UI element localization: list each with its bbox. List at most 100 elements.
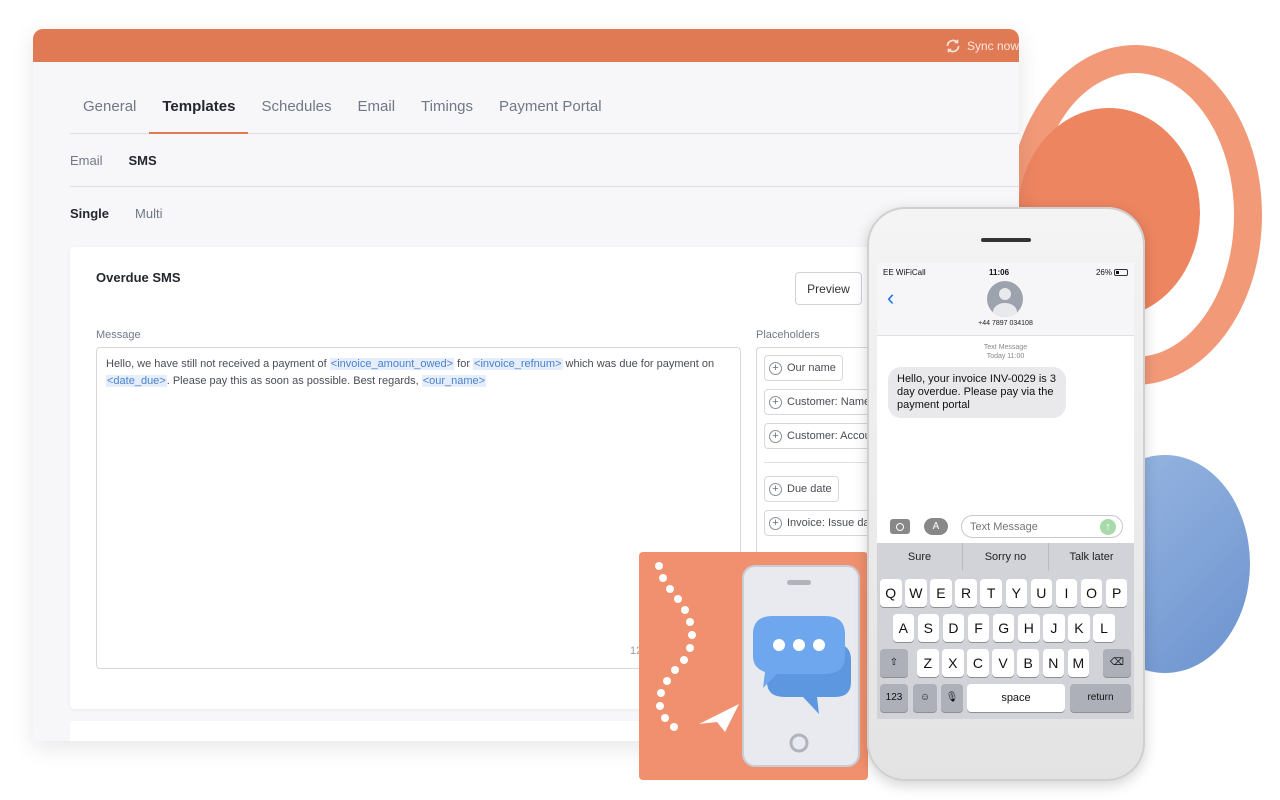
contact-number[interactable]: +44 7897 034108	[877, 320, 1134, 327]
tab-email[interactable]: Email	[345, 89, 409, 134]
plus-circle-icon: +	[769, 429, 782, 443]
person-shoulders	[993, 303, 1017, 317]
dotted-path-icon	[655, 562, 696, 731]
person-icon	[999, 288, 1011, 300]
key-a[interactable]: A	[892, 614, 914, 642]
key-m[interactable]: M	[1067, 649, 1090, 677]
compose-bar: A ↑	[877, 513, 1134, 541]
keyboard: Sure Sorry no Talk later QWERTYUIOP ASDFG…	[877, 543, 1134, 719]
sms-promo-tile	[639, 552, 868, 780]
plus-circle-icon: +	[769, 361, 782, 375]
phone-speaker-icon	[787, 580, 811, 585]
phone-screen: EE WiFiCall 11:06 26% ‹ +44 7897 034108 …	[877, 263, 1134, 719]
carrier-label: EE WiFiCall	[883, 268, 926, 277]
message-input[interactable]	[961, 515, 1123, 538]
numbers-key[interactable]: 123	[880, 684, 908, 712]
template-mode-tabs: Single Multi	[70, 206, 162, 221]
placeholder-customer-account[interactable]: + Customer: Account	[764, 423, 872, 449]
top-bar: Sync now	[33, 29, 1019, 62]
back-chevron-icon[interactable]: ‹	[887, 287, 894, 309]
sync-icon	[946, 39, 960, 53]
key-f[interactable]: F	[967, 614, 990, 642]
message-label: Message	[96, 329, 141, 341]
clock: 11:06	[989, 268, 1010, 277]
sms-illustration	[655, 562, 860, 767]
received-message-bubble: Hello, your invoice INV-0029 is 3 day ov…	[888, 367, 1066, 418]
dictation-key[interactable]: 🎙	[941, 684, 963, 712]
suggestion-sorry-no[interactable]: Sorry no	[963, 543, 1049, 571]
predictive-suggestions: Sure Sorry no Talk later	[877, 543, 1134, 571]
placeholder-token: <invoice_refnum>	[473, 358, 563, 370]
messages-header: EE WiFiCall 11:06 26% ‹ +44 7897 034108	[877, 263, 1134, 336]
key-i[interactable]: I	[1055, 579, 1078, 607]
placeholder-customer-name[interactable]: + Customer: Name	[764, 389, 872, 415]
key-h[interactable]: H	[1018, 614, 1040, 642]
key-t[interactable]: T	[980, 579, 1002, 607]
suggestion-talk-later[interactable]: Talk later	[1049, 543, 1134, 571]
thread-time: Today 11:00	[986, 353, 1025, 360]
send-arrow-icon[interactable]: ↑	[1100, 519, 1116, 535]
suggestion-sure[interactable]: Sure	[877, 543, 963, 571]
message-text: . Please pay this as soon as possible. B…	[166, 375, 422, 387]
battery-indicator: 26%	[1096, 268, 1128, 277]
key-n[interactable]: N	[1042, 649, 1064, 677]
preview-button[interactable]: Preview	[795, 272, 862, 305]
key-r[interactable]: R	[955, 579, 977, 607]
tab-general[interactable]: General	[70, 89, 149, 134]
key-q[interactable]: Q	[880, 579, 902, 607]
key-e[interactable]: E	[930, 579, 952, 607]
tab-templates[interactable]: Templates	[149, 89, 249, 134]
key-y[interactable]: Y	[1005, 579, 1027, 607]
key-k[interactable]: K	[1068, 614, 1090, 642]
placeholder-token: <invoice_amount_owed>	[329, 358, 455, 370]
tab-timings[interactable]: Timings	[408, 89, 486, 134]
key-x[interactable]: X	[942, 649, 964, 677]
plus-circle-icon: +	[769, 395, 782, 409]
placeholder-token: <date_due>	[106, 375, 167, 387]
return-key[interactable]: return	[1070, 684, 1131, 712]
key-o[interactable]: O	[1080, 579, 1103, 607]
tab-payment-portal[interactable]: Payment Portal	[486, 89, 615, 134]
placeholder-label: Our name	[787, 362, 836, 374]
battery-percent: 26%	[1095, 268, 1112, 277]
placeholder-due-date[interactable]: + Due date	[764, 476, 839, 502]
template-title: Overdue SMS	[96, 270, 181, 285]
key-j[interactable]: J	[1043, 614, 1065, 642]
subtab-email[interactable]: Email	[70, 153, 103, 168]
message-text: for	[454, 358, 474, 370]
subtab-sms[interactable]: SMS	[129, 153, 157, 168]
key-b[interactable]: B	[1017, 649, 1039, 677]
space-key[interactable]: space	[967, 684, 1065, 712]
key-v[interactable]: V	[992, 649, 1014, 677]
key-s[interactable]: S	[917, 614, 940, 642]
app-store-icon[interactable]: A	[924, 518, 948, 535]
mode-multi[interactable]: Multi	[135, 206, 162, 221]
backspace-key[interactable]: ⌫	[1103, 649, 1131, 677]
key-g[interactable]: G	[992, 614, 1015, 642]
placeholder-label: Customer: Account	[787, 430, 872, 442]
placeholder-label: Customer: Name	[787, 396, 871, 408]
key-d[interactable]: D	[942, 614, 965, 642]
sync-button[interactable]: Sync now	[945, 38, 1019, 54]
key-u[interactable]: U	[1030, 579, 1053, 607]
plus-circle-icon: +	[769, 482, 782, 496]
camera-icon[interactable]	[890, 519, 910, 534]
shift-key[interactable]: ⇧	[880, 649, 908, 677]
emoji-key[interactable]: ☺	[913, 684, 937, 712]
paper-plane-icon	[699, 704, 739, 732]
placeholder-our-name[interactable]: + Our name	[764, 355, 843, 381]
phone-speaker	[981, 238, 1031, 242]
key-c[interactable]: C	[967, 649, 989, 677]
placeholder-invoice-issue-date[interactable]: + Invoice: Issue date	[764, 510, 872, 536]
placeholder-label: Due date	[787, 483, 832, 495]
thread-type: Text Message	[983, 344, 1028, 351]
key-w[interactable]: W	[905, 579, 927, 607]
contact-avatar[interactable]	[987, 281, 1023, 317]
key-p[interactable]: P	[1105, 579, 1128, 607]
sync-label: Sync now	[966, 39, 1019, 53]
tab-schedules[interactable]: Schedules	[248, 89, 344, 134]
mode-single[interactable]: Single	[70, 206, 109, 221]
key-l[interactable]: L	[1093, 614, 1115, 642]
message-text: Hello, we have still not received a paym…	[106, 358, 330, 370]
key-z[interactable]: Z	[917, 649, 939, 677]
